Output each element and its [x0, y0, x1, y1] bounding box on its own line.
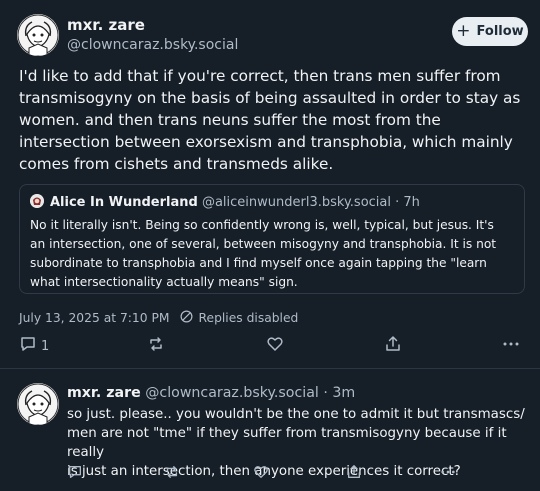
more-icon	[502, 335, 520, 357]
reply-more-options-button[interactable]	[440, 464, 456, 484]
share-icon	[346, 464, 362, 484]
like-icon	[253, 464, 269, 484]
reply-reply-button[interactable]	[67, 464, 83, 484]
quote-text: No it literally isn't. Being so confiden…	[30, 218, 497, 289]
quote-author-handle: @aliceinwunderl3.bsky.social	[201, 195, 391, 210]
plus-icon: +	[456, 21, 471, 41]
reply-author-avatar[interactable]	[17, 383, 59, 425]
follow-label: Follow	[476, 24, 524, 39]
post-timestamp: July 13, 2025 at 7:10 PM	[19, 311, 170, 325]
quote-time: · 7h	[395, 195, 420, 210]
author-name[interactable]: mxr. zare	[67, 16, 145, 34]
author-avatar[interactable]	[17, 14, 59, 56]
reply-author-name[interactable]: mxr. zare	[67, 385, 141, 401]
like-icon	[266, 335, 284, 357]
quote-header: Alice In Wunderland @aliceinwunderl3.bsk…	[30, 194, 514, 212]
reply-like-button[interactable]	[253, 464, 269, 484]
reply-repost-button[interactable]	[164, 464, 180, 484]
follow-button[interactable]: + Follow	[452, 17, 528, 46]
author-handle[interactable]: @clowncaraz.bsky.social	[67, 37, 238, 53]
more-options-button[interactable]	[502, 335, 520, 357]
reply-icon	[67, 464, 83, 484]
like-button[interactable]	[266, 335, 284, 357]
post-text: I'd like to add that if you're correct, …	[19, 67, 521, 173]
reply-icon	[19, 335, 37, 357]
post-meta: July 13, 2025 at 7:10 PM Replies disable…	[19, 310, 298, 326]
repost-icon	[147, 335, 165, 357]
more-icon	[440, 464, 456, 484]
share-button[interactable]	[384, 335, 402, 357]
reply-count: 1	[41, 338, 50, 354]
quote-author-name: Alice In Wunderland	[50, 195, 198, 210]
reply-share-button[interactable]	[346, 464, 362, 484]
reply-author-handle[interactable]: @clowncaraz.bsky.social	[145, 385, 319, 401]
quote-author-avatar	[30, 194, 44, 208]
reply-actions	[0, 464, 540, 484]
reply-time: · 3m	[323, 385, 356, 401]
repost-button[interactable]	[147, 335, 165, 357]
post-actions: 1	[0, 335, 540, 357]
divider	[0, 368, 540, 369]
replies-disabled-icon	[180, 310, 193, 326]
reply-header: mxr. zare @clowncaraz.bsky.social · 3m	[67, 385, 355, 401]
share-icon	[384, 335, 402, 357]
reply-button[interactable]: 1	[19, 335, 49, 357]
replies-disabled-label: Replies disabled	[198, 311, 299, 325]
quoted-post[interactable]: Alice In Wunderland @aliceinwunderl3.bsk…	[19, 184, 525, 294]
repost-icon	[164, 464, 180, 484]
